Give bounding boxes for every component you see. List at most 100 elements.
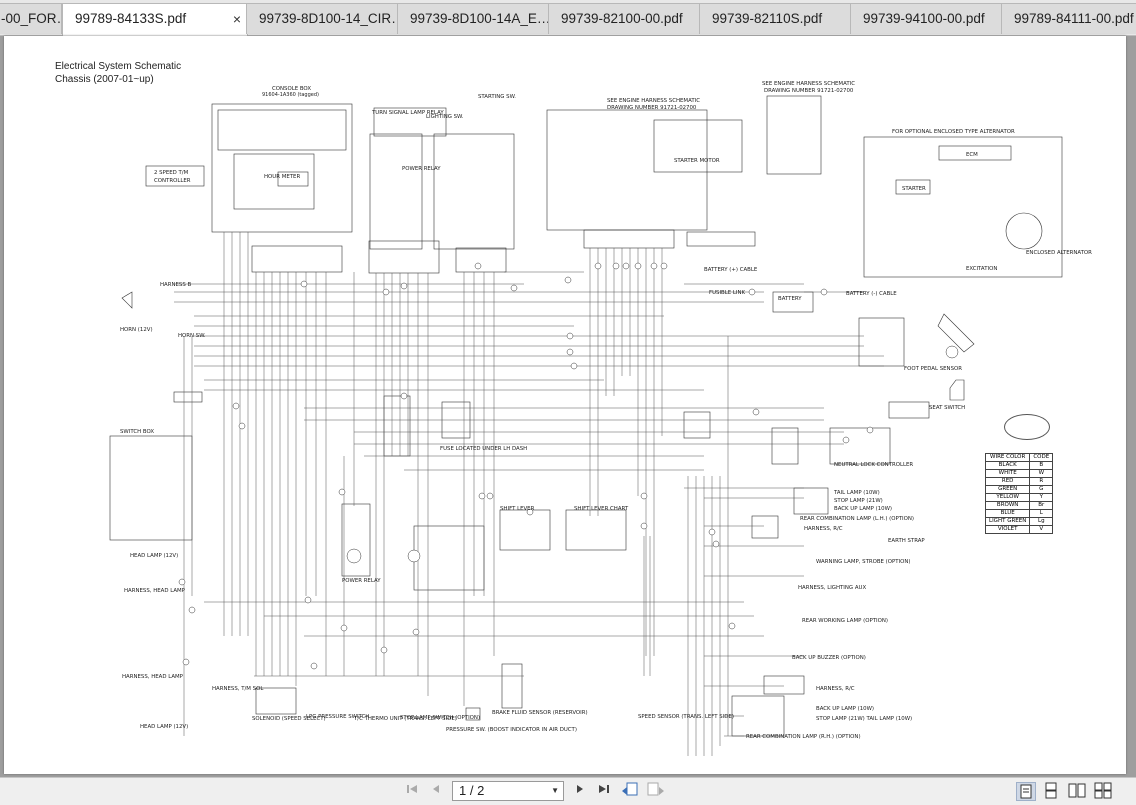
tab-label: 99739-94100-00.pdf — [863, 11, 985, 26]
table-cell: Lg — [1029, 517, 1054, 526]
label-back-up-lamp: BACK UP LAMP (10W) — [834, 506, 892, 512]
label-back-up-buzzer: BACK UP BUZZER (OPTION) — [792, 655, 866, 661]
label-harness-lighting: HARNESS, LIGHTING AUX — [798, 585, 866, 591]
tab-label: 99789-84111-00.pdf — [1014, 11, 1134, 26]
prev-page-icon[interactable] — [426, 782, 446, 800]
approval-stamp — [1004, 414, 1050, 440]
continuous-view-icon[interactable] — [1042, 782, 1062, 801]
label-drawing-2: DRAWING NUMBER 91721-02700 — [764, 88, 854, 94]
tab-label: 99739-8D100-14_CIR… — [259, 11, 398, 26]
label-harness-b: HARNESS B — [160, 282, 191, 288]
label-harness-head-lamp: HARNESS, HEAD LAMP — [124, 588, 186, 594]
document-viewer[interactable]: Electrical System Schematic Chassis (200… — [0, 36, 1136, 777]
table-cell: Br — [1029, 501, 1054, 510]
label-seat-switch: SEAT SWITCH — [929, 405, 965, 411]
label-harness-rc: HARNESS, R/C — [804, 526, 843, 532]
label-battery: BATTERY — [778, 296, 802, 302]
tab-bar: -00_FOR… 99789-84133S.pdf × 99739-8D100-1… — [0, 0, 1136, 36]
tab-label: 99739-82110S.pdf — [712, 11, 823, 26]
label-starting-sw: STARTING SW. — [478, 94, 516, 100]
label-rear-combo: REAR COMBINATION LAMP (L.H.) (OPTION) — [800, 516, 914, 522]
label-stop-tail: STOP LAMP (21W) TAIL LAMP (10W) — [816, 716, 912, 722]
page-number-select[interactable]: 1 / 2 ▼ — [452, 781, 564, 801]
tab-label: 99789-84133S.pdf — [75, 11, 187, 26]
label-battery-cable-neg: BATTERY (-) CABLE — [846, 291, 897, 297]
label-pressure-sw: PRESSURE SW. (BOOST INDICATOR IN AIR DUC… — [446, 727, 577, 733]
tab-7[interactable]: 99789-84111-00.pdf — [1001, 3, 1136, 34]
label-2speed-tm: 2 SPEED T/M — [154, 170, 189, 176]
label-battery-cable-pos: BATTERY (+) CABLE — [704, 267, 758, 273]
table-header-cell: WIRE COLOR — [984, 453, 1031, 462]
tab-6[interactable]: 99739-94100-00.pdf — [850, 3, 1002, 34]
table-cell: V — [1029, 525, 1054, 534]
tab-3[interactable]: 99739-8D100-14A_E… — [397, 3, 549, 34]
label-power-relay-2: POWER RELAY — [342, 578, 381, 584]
label-horn: HORN (12V) — [120, 327, 153, 333]
label-shift-chart: SHIFT LEVER CHART — [574, 506, 629, 512]
label-stop-lamp: STOP LAMP (21W) — [834, 498, 883, 504]
label-harness-head-lamp-2: HARNESS, HEAD LAMP — [122, 674, 184, 680]
table-cell: BROWN — [984, 501, 1031, 510]
tab-label: 99739-8D100-14A_E… — [410, 11, 549, 26]
tab-4[interactable]: 99739-82100-00.pdf — [548, 3, 700, 34]
schematic-diagram: CONSOLE BOX 91604-1A360 (tagged) HOUR ME… — [109, 81, 1092, 756]
label-ecm: ECM — [966, 152, 978, 158]
table-cell: YELLOW — [984, 493, 1031, 502]
continuous-facing-view-icon[interactable] — [1094, 782, 1114, 801]
table-cell: WHITE — [984, 469, 1031, 478]
table-cell: G — [1029, 485, 1054, 494]
table-cell: VIOLET — [984, 525, 1031, 534]
pdf-page: Electrical System Schematic Chassis (200… — [4, 36, 1126, 774]
label-rear-working: REAR WORKING LAMP (OPTION) — [802, 618, 888, 624]
next-page-icon[interactable] — [570, 782, 590, 800]
table-row: VIOLET V — [984, 525, 1054, 534]
label-controller: CONTROLLER — [154, 178, 191, 184]
label-earth-strap: EARTH STRAP — [888, 538, 925, 544]
label-harness-tm: HARNESS, T/M SOL — [212, 686, 263, 692]
table-cell: RED — [984, 477, 1031, 486]
close-icon[interactable]: × — [233, 4, 241, 34]
table-cell: Y — [1029, 493, 1054, 502]
label-foot-pedal: FOOT PEDAL SENSOR — [904, 366, 962, 372]
label-see-engine-1: SEE ENGINE HARNESS SCHEMATIC — [607, 98, 700, 104]
label-back-up-lamp-2: BACK UP LAMP (10W) — [816, 706, 874, 712]
label-starter-motor: STARTER MOTOR — [674, 158, 720, 164]
chevron-down-icon: ▼ — [551, 786, 559, 795]
label-head-lamp-bottom: HEAD LAMP (12V) — [140, 724, 188, 730]
next-view-icon[interactable] — [646, 782, 666, 800]
table-row: WHITE W — [984, 469, 1054, 478]
previous-view-icon[interactable] — [620, 782, 640, 800]
table-row: BLUE L — [984, 509, 1054, 518]
label-power-relay: POWER RELAY — [402, 166, 441, 172]
label-solenoid: SOLENOID (SPEED SELECT) — [252, 716, 326, 722]
table-cell: L — [1029, 509, 1054, 518]
label-starter: STARTER — [902, 186, 926, 192]
label-drawing-1: DRAWING NUMBER 91721-02700 — [607, 105, 697, 111]
label-console-box-pn: 91604-1A360 (tagged) — [262, 92, 319, 98]
facing-view-icon[interactable] — [1068, 782, 1088, 801]
label-warning-lamp: WARNING LAMP, STROBE (OPTION) — [816, 559, 911, 565]
table-cell: W — [1029, 469, 1054, 478]
label-enclosed-alt: ENCLOSED ALTERNATOR — [1026, 250, 1092, 256]
table-header-cell: CODE — [1029, 453, 1054, 462]
tab-label: -00_FOR… — [1, 11, 61, 26]
label-excitation: EXCITATION — [966, 266, 997, 272]
tab-label: 99739-82100-00.pdf — [561, 11, 683, 26]
first-page-icon[interactable] — [402, 782, 422, 800]
tab-2[interactable]: 99739-8D100-14_CIR… — [246, 3, 398, 34]
tab-5[interactable]: 99739-82110S.pdf — [699, 3, 851, 34]
table-header-row: WIRE COLOR CODE — [984, 453, 1054, 462]
label-fuse-located: FUSE LOCATED UNDER LH DASH — [440, 446, 527, 452]
single-page-view-icon[interactable] — [1016, 782, 1036, 801]
label-fusible-link: FUSIBLE LINK — [709, 290, 746, 296]
label-tail-lamp: TAIL LAMP (10W) — [833, 490, 880, 496]
last-page-icon[interactable] — [594, 782, 614, 800]
wire-color-table: WIRE COLOR CODE BLACK B WHITE W RED R GREEN… — [984, 453, 1054, 534]
page-indicator: 1 / 2 — [459, 783, 485, 798]
table-row: BLACK B — [984, 461, 1054, 470]
label-see-engine-2: SEE ENGINE HARNESS SCHEMATIC — [762, 81, 855, 87]
tab-0[interactable]: -00_FOR… — [0, 3, 62, 34]
label-lighting-sw: LIGHTING SW. — [426, 114, 464, 120]
tab-1[interactable]: 99789-84133S.pdf × — [62, 3, 248, 36]
label-hour-meter: HOUR METER — [264, 174, 300, 180]
